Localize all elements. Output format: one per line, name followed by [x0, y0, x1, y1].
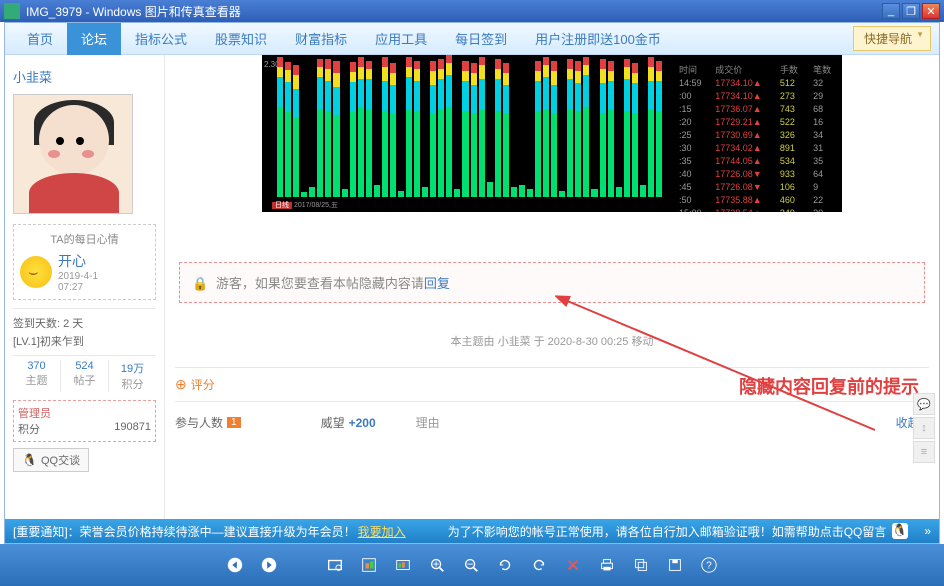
- nav-forum[interactable]: 论坛: [67, 23, 121, 55]
- avatar[interactable]: [13, 94, 133, 214]
- nav-tools[interactable]: 应用工具: [361, 23, 441, 55]
- rate-icon: ⊕: [175, 376, 187, 392]
- right-toolbar: 💬 ↕ ≡: [913, 393, 935, 465]
- signin-level: [LV.1]初来乍到: [13, 331, 156, 349]
- minimize-button[interactable]: _: [882, 3, 900, 19]
- next-image-button[interactable]: [258, 554, 280, 576]
- hidden-content-notice: 🔒 游客，如果您要查看本帖隐藏内容请回复: [179, 262, 925, 303]
- close-button[interactable]: ✕: [922, 3, 940, 19]
- slideshow-button[interactable]: [392, 554, 414, 576]
- participants-label: 参与人数: [175, 414, 223, 431]
- thread-meta: 本主题由 小韭菜 于 2020-8-30 00:25 移动: [175, 333, 929, 349]
- app-icon: [4, 3, 20, 19]
- mood-date: 2019-4-1: [58, 271, 98, 282]
- notice-part2: 为了不影响您的帐号正常使用，请各位自行加入邮箱验证哦！如需帮助点击QQ留言: [448, 523, 887, 540]
- mood-title: TA的每日心情: [20, 231, 149, 247]
- hidden-msg-text: 游客，如果您要查看本帖隐藏内容请: [216, 276, 424, 291]
- chart-data-table: 时间成交价手数笔数14:5917734.10▲51232:0017734.10▲…: [675, 63, 840, 212]
- admin-role: 管理员: [18, 405, 151, 421]
- nav-checkin[interactable]: 每日签到: [441, 23, 521, 55]
- reply-link[interactable]: 回复: [424, 276, 450, 291]
- user-stats: 370主题 524帖子 19万积分: [13, 355, 156, 392]
- maximize-button[interactable]: ❐: [902, 3, 920, 19]
- credit-value: 190871: [114, 421, 151, 437]
- up-arrow-icon[interactable]: ↕: [913, 417, 935, 439]
- notice-bar: [重要通知]：荣誉会员价格持续待涨中—建议直接升级为年会员！ 我要加入 为了不影…: [5, 519, 939, 543]
- lock-icon: 🔒: [192, 276, 208, 291]
- print-button[interactable]: [596, 554, 618, 576]
- rotate-cw-button[interactable]: [528, 554, 550, 576]
- zoom-out-button[interactable]: [460, 554, 482, 576]
- rate-label[interactable]: 评分: [191, 378, 215, 392]
- viewer-content: 首页 论坛 指标公式 股票知识 财富指标 应用工具 每日签到 用户注册即送100…: [4, 22, 940, 544]
- stock-chart-image: 2.30 日线 2017/08/25,五 时间成交价手数笔数14:5917734…: [262, 55, 842, 212]
- post-area: 2.30 日线 2017/08/25,五 时间成交价手数笔数14:5917734…: [165, 55, 939, 519]
- user-sidebar: 小韭菜 TA的每日心情 开心 2019-4-1 07:27 签到天数:: [5, 55, 165, 519]
- nav-indicators[interactable]: 指标公式: [121, 23, 201, 55]
- reason-label: 理由: [416, 414, 440, 431]
- annotation-text: 隐藏内容回复前的提示: [739, 375, 919, 400]
- fit-window-button[interactable]: [324, 554, 346, 576]
- credit-label: 积分: [18, 421, 40, 437]
- svg-text:?: ?: [706, 561, 712, 572]
- prestige-label: 威望: [321, 414, 345, 431]
- window-title: IMG_3979 - Windows 图片和传真查看器: [26, 3, 241, 20]
- quick-nav-button[interactable]: 快捷导航: [853, 26, 931, 51]
- rotate-ccw-button[interactable]: [494, 554, 516, 576]
- chat-bubble-icon[interactable]: 💬: [913, 393, 935, 415]
- save-button[interactable]: [664, 554, 686, 576]
- notice-join-link[interactable]: 我要加入: [358, 523, 406, 540]
- nav-register[interactable]: 用户注册即送100金币: [521, 23, 675, 55]
- nav-wealth[interactable]: 财富指标: [281, 23, 361, 55]
- mood-box: TA的每日心情 开心 2019-4-1 07:27: [13, 224, 156, 300]
- stat-credits-num: 19万: [109, 360, 156, 376]
- participants-count: 1: [227, 417, 241, 428]
- nav-home[interactable]: 首页: [13, 23, 67, 55]
- window-titlebar: IMG_3979 - Windows 图片和传真查看器 _ ❐ ✕: [0, 0, 944, 22]
- qq-chat-button[interactable]: QQ交谈: [13, 448, 89, 472]
- viewer-toolbar: ?: [0, 544, 944, 586]
- prev-image-button[interactable]: [224, 554, 246, 576]
- notice-part1: [重要通知]：荣誉会员价格持续待涨中—建议直接升级为年会员！: [13, 523, 356, 540]
- help-button[interactable]: ?: [698, 554, 720, 576]
- penguin-icon[interactable]: 🐧: [892, 523, 908, 539]
- list-icon[interactable]: ≡: [913, 441, 935, 463]
- mood-time: 07:27: [58, 282, 98, 293]
- admin-box: 管理员 积分 190871: [13, 400, 156, 442]
- nav-stock-knowledge[interactable]: 股票知识: [201, 23, 281, 55]
- signin-days: 签到天数: 2 天: [13, 308, 156, 331]
- stat-threads-num: 370: [13, 360, 60, 372]
- zoom-in-button[interactable]: [426, 554, 448, 576]
- copy-button[interactable]: [630, 554, 652, 576]
- mood-name: 开心: [58, 251, 98, 271]
- delete-button[interactable]: [562, 554, 584, 576]
- username-link[interactable]: 小韭菜: [13, 63, 156, 94]
- prestige-value: +200: [349, 416, 376, 430]
- actual-size-button[interactable]: [358, 554, 380, 576]
- notice-chevron-icon[interactable]: »: [924, 524, 931, 538]
- top-nav: 首页 论坛 指标公式 股票知识 财富指标 应用工具 每日签到 用户注册即送100…: [5, 23, 939, 55]
- mood-face-icon: [20, 256, 52, 288]
- stat-posts-num: 524: [61, 360, 108, 372]
